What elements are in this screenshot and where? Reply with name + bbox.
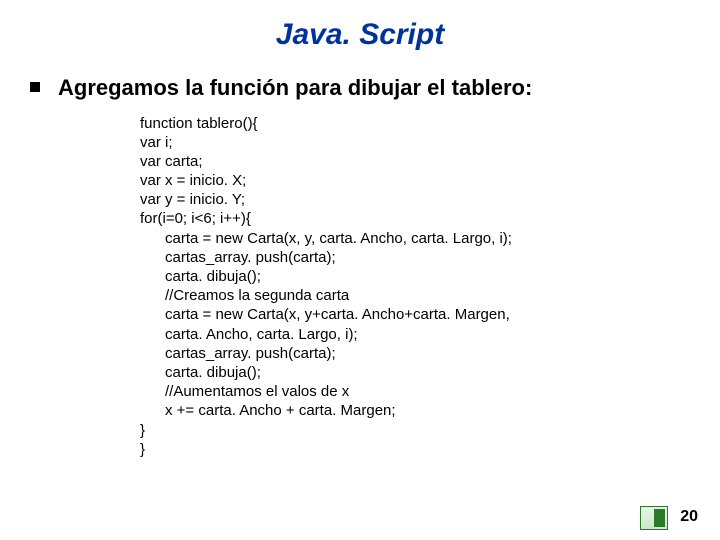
page-number: 20 (680, 508, 698, 526)
slide-title: Java. Script (30, 18, 690, 52)
bullet-item: Agregamos la función para dibujar el tab… (30, 74, 690, 102)
bullet-text: Agregamos la función para dibujar el tab… (58, 74, 532, 102)
bullet-square-icon (30, 82, 40, 92)
slide: Java. Script Agregamos la función para d… (0, 0, 720, 540)
logo-icon (640, 506, 668, 530)
code-block: function tablero(){ var i; var carta; va… (140, 114, 690, 459)
